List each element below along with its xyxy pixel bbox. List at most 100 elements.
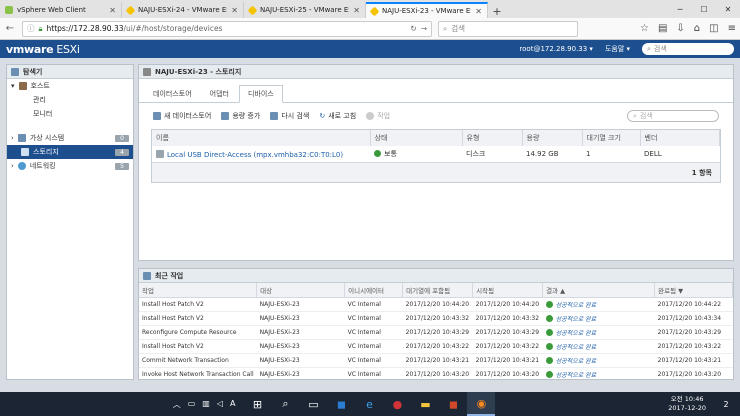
menu-icon[interactable]: ≡: [728, 23, 736, 34]
actions-button[interactable]: 작업: [366, 111, 390, 121]
count-badge: 4: [115, 148, 129, 156]
storage-icon: [21, 148, 29, 156]
devices-grid: 이름 상태 유형 용량 대기열 크기 벤더 Local USB Direct-A…: [151, 129, 721, 183]
notification-icon[interactable]: 2: [712, 392, 740, 416]
result-ok: 성공적으로 완료: [546, 302, 597, 309]
powerpoint-icon[interactable]: ◼: [439, 392, 467, 416]
file-explorer-icon[interactable]: ▬: [411, 392, 439, 416]
nav-host[interactable]: ▾ 호스트: [7, 79, 133, 93]
esxi-search-input[interactable]: ⌕ 검색: [642, 43, 734, 55]
devices-toolbar: 새 데이터스토어 용량 증가 다시 검색 ↻ 새로 고침 작업 ⌕ 검색: [139, 103, 733, 129]
refresh-button[interactable]: ↻ 새로 고침: [319, 111, 356, 121]
close-icon[interactable]: ✕: [231, 6, 238, 15]
app-icon[interactable]: ●: [383, 392, 411, 416]
chevron-up-icon[interactable]: ︿: [173, 399, 181, 410]
table-row[interactable]: Commit Network Transaction NAJU-ESXi-23 VC…: [139, 353, 733, 368]
close-icon[interactable]: ✕: [353, 6, 360, 15]
table-row[interactable]: Local USB Direct-Access (mpx.vmhba32:C0:…: [152, 146, 720, 162]
nav-networking[interactable]: › 네트워킹 5: [7, 159, 133, 173]
col-capacity[interactable]: 용량: [522, 130, 583, 146]
col-name[interactable]: 이름: [152, 130, 371, 146]
search-icon[interactable]: ⌕: [271, 392, 299, 416]
firefox-icon[interactable]: ◉: [467, 392, 496, 416]
back-icon[interactable]: ←: [4, 23, 16, 34]
new-datastore-button[interactable]: 새 데이터스토어: [153, 111, 211, 121]
table-row[interactable]: Install Host Patch V2 NAJU-ESXi-23 VC Inte…: [139, 297, 733, 312]
nav-vms[interactable]: › 가상 시스템 0: [7, 131, 133, 145]
browser-tab[interactable]: NAJU-ESXi-25 - VMware ESXi✕: [244, 2, 366, 18]
nav-host-monitor[interactable]: 모니터: [7, 107, 133, 121]
result-ok: 성공적으로 완료: [546, 316, 597, 323]
host-icon: [18, 82, 27, 90]
network-icon: [17, 162, 26, 170]
col-target[interactable]: 대상: [256, 283, 346, 298]
col-type[interactable]: 유형: [462, 130, 523, 146]
col-task[interactable]: 작업: [139, 283, 258, 298]
clipboard-icon[interactable]: ▤: [658, 23, 667, 34]
outlook-icon[interactable]: ◼: [327, 392, 355, 416]
battery-icon[interactable]: ▭: [188, 399, 196, 410]
table-row[interactable]: Invoke Host Network Transaction Call NAJU…: [139, 367, 733, 379]
task-view-icon[interactable]: ▭: [299, 392, 327, 416]
chevron-right-icon: ›: [11, 134, 14, 142]
close-icon[interactable]: ✕: [475, 7, 482, 16]
nav-host-manage[interactable]: 관리: [7, 93, 133, 107]
col-completed[interactable]: 완료됨 ▼: [654, 283, 733, 298]
grid-item-count: 1 항목: [152, 162, 720, 182]
address-bar[interactable]: ⓘ 🔒︎ https://172.28.90.33/ui/#/host/stor…: [22, 20, 432, 37]
rescan-button[interactable]: 다시 검색: [270, 111, 309, 121]
tab-datastores[interactable]: 데이터스토어: [145, 86, 200, 102]
browser-tab[interactable]: NAJU-ESXi-24 - VMware ESXi✕: [122, 2, 244, 18]
new-tab-button[interactable]: +: [488, 5, 506, 18]
increase-capacity-button[interactable]: 용량 증가: [221, 111, 260, 121]
nav-storage[interactable]: 스토리지 4: [7, 145, 133, 159]
tasks-icon: [143, 271, 151, 280]
table-row[interactable]: Reconfigure Compute Resource NAJU-ESXi-23…: [139, 325, 733, 340]
favicon-icon: [247, 5, 258, 15]
recent-tasks-panel: 최근 작업 작업 대상 이니시에이터 대기열에 포함됨 시작됨 결과 ▲ 완료됨…: [138, 268, 734, 380]
download-icon[interactable]: ⇩: [676, 23, 684, 34]
col-status[interactable]: 상태: [370, 130, 463, 146]
volume-icon[interactable]: ◁: [217, 399, 223, 410]
network-icon[interactable]: ▥: [202, 399, 210, 410]
reload-icon[interactable]: ↻: [410, 24, 416, 33]
star-icon[interactable]: ☆: [640, 23, 649, 34]
browser-search-input[interactable]: ⌕ 검색: [438, 20, 578, 37]
col-result[interactable]: 결과 ▲: [542, 283, 656, 298]
system-tray: ︿ ▭ ▥ ◁ A: [173, 399, 244, 410]
search-icon: ⌕: [647, 44, 651, 53]
col-initiator[interactable]: 이니시에이터: [344, 283, 404, 298]
esxi-header: vmware ESXi root@172.28.90.33 ▾ 도움말 ▾ ⌕ 검색: [0, 40, 740, 58]
result-ok: 성공적으로 완료: [546, 344, 597, 351]
page-bottom-strip: [0, 384, 740, 392]
edge-icon[interactable]: e: [355, 392, 383, 416]
pocket-icon[interactable]: ◫: [709, 23, 718, 34]
home-icon[interactable]: ⌂: [694, 23, 700, 34]
col-queue[interactable]: 대기열 크기: [582, 130, 641, 146]
user-menu[interactable]: root@172.28.90.33 ▾: [519, 45, 593, 53]
ime-indicator[interactable]: A: [230, 399, 235, 410]
minimize-icon[interactable]: ─: [668, 5, 692, 14]
refresh-icon: ↻: [319, 112, 326, 120]
maximize-icon[interactable]: ☐: [692, 5, 716, 14]
col-vendor[interactable]: 벤더: [640, 130, 720, 146]
browser-tab-active[interactable]: NAJU-ESXi-23 - VMware ESXi✕: [366, 2, 488, 18]
forward-icon[interactable]: →: [421, 24, 427, 33]
col-started[interactable]: 시작됨: [472, 283, 544, 298]
help-menu[interactable]: 도움말 ▾: [605, 44, 630, 54]
tab-devices[interactable]: 디바이스: [238, 85, 283, 103]
search-icon: ⌕: [443, 23, 448, 33]
close-window-icon[interactable]: ✕: [716, 5, 740, 14]
storage-tabs: 데이터스토어 어댑터 디바이스: [139, 79, 733, 103]
info-icon: ⓘ: [27, 24, 35, 33]
browser-tab[interactable]: vSphere Web Client ✕: [0, 2, 122, 18]
devices-search-input[interactable]: ⌕ 검색: [627, 110, 719, 122]
close-icon[interactable]: ✕: [109, 6, 116, 15]
tab-adapters[interactable]: 어댑터: [202, 86, 237, 102]
storage-header-icon: [143, 67, 151, 76]
windows-start-icon[interactable]: ⊞: [243, 392, 271, 416]
table-row[interactable]: Install Host Patch V2 NAJU-ESXi-23 VC Inte…: [139, 339, 733, 354]
table-row[interactable]: Install Host Patch V2 NAJU-ESXi-23 VC Inte…: [139, 311, 733, 326]
col-queued[interactable]: 대기열에 포함됨: [402, 283, 474, 298]
system-clock[interactable]: 오전 10:46 2017-12-20: [668, 395, 712, 413]
